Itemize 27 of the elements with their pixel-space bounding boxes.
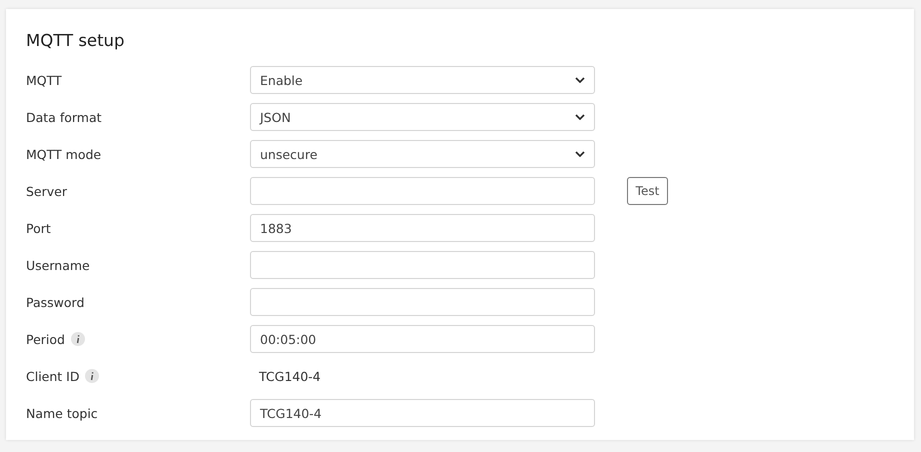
field-label: Port <box>26 220 51 236</box>
input-field[interactable] <box>250 251 595 279</box>
field-label: Client ID <box>26 368 80 384</box>
chevron-icon <box>575 77 585 83</box>
input-field[interactable]: 1883 <box>250 214 595 242</box>
section-title: MQTT setup <box>26 30 126 52</box>
field-label: Data format <box>26 110 102 124</box>
chevron-icon <box>575 151 585 157</box>
field-label: Period <box>26 332 65 346</box>
field-label: MQTT <box>26 72 62 88</box>
field-label: MQTT mode <box>26 146 102 162</box>
field-label: Server <box>26 184 67 198</box>
dropdown[interactable]: unsecure <box>250 140 595 168</box>
field-label: Name topic <box>26 406 98 420</box>
chevron-icon <box>575 114 585 120</box>
field-label: Username <box>26 258 90 272</box>
test-button[interactable]: Test <box>627 177 668 205</box>
dropdown[interactable]: Enable <box>250 66 595 94</box>
field-label: Password <box>26 294 84 310</box>
client-id-value: TCG140-4 <box>259 368 321 384</box>
input-field[interactable] <box>250 177 595 205</box>
input-field[interactable]: 00:05:00 <box>250 325 595 353</box>
input-field[interactable]: TCG140-4 <box>250 399 595 427</box>
dropdown[interactable]: JSON <box>250 103 595 131</box>
input-field[interactable] <box>250 288 595 316</box>
info-icon[interactable] <box>70 332 85 346</box>
info-icon[interactable] <box>85 369 100 383</box>
